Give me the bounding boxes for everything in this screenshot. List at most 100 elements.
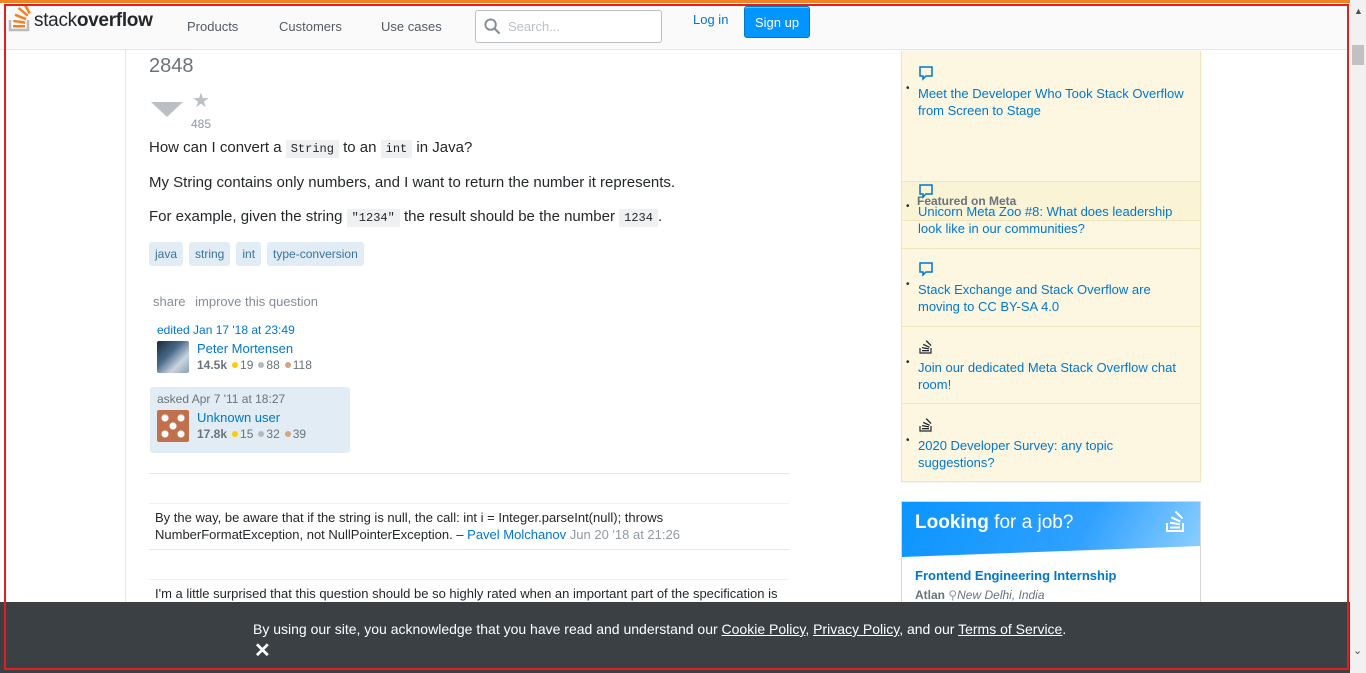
comment-date[interactable]: Jun 20 '18 at 21:26: [570, 527, 680, 542]
inline-code: "1234": [346, 209, 400, 227]
sidebar-link[interactable]: Join our dedicated Meta Stack Overflow c…: [918, 359, 1188, 393]
stackoverflow-logo[interactable]: stackoverflow: [8, 6, 153, 32]
nav-products[interactable]: Products: [187, 19, 238, 34]
cookie-policy-link[interactable]: Cookie Policy: [722, 621, 806, 637]
user-name[interactable]: Peter Mortensen: [197, 341, 312, 356]
jobs-title[interactable]: Looking for a job?: [915, 512, 1073, 534]
scroll-thumb[interactable]: [1352, 45, 1364, 65]
sidebar-link[interactable]: Stack Exchange and Stack Overflow are mo…: [918, 281, 1188, 315]
question-text: in Java?: [412, 139, 473, 156]
page: stackoverflow Products Customers Use cas…: [0, 0, 1366, 673]
scroll-up-icon[interactable]: ▲: [1354, 6, 1363, 16]
user-stats: 14.5k 19 88 118: [197, 358, 312, 372]
bullet: •: [906, 201, 910, 212]
stack-logo-icon: [919, 418, 932, 432]
comment-text: I'm a little surprised that this questio…: [155, 586, 778, 601]
bullet: •: [906, 435, 910, 446]
bronze-badge-count: 118: [292, 358, 312, 372]
left-gutter-border: [125, 50, 126, 610]
tag-type-conversion[interactable]: type-conversion: [267, 242, 364, 266]
silver-badge-icon: [258, 431, 265, 437]
sidebar-separator: [902, 326, 1200, 327]
silver-badge-count: 32: [266, 427, 280, 441]
sidebar-item-meta: • Unicorn Meta Zoo #8: What does leaders…: [902, 183, 1200, 253]
sidebar-link[interactable]: 2020 Developer Survey: any topic suggest…: [918, 437, 1188, 471]
nav-use-cases[interactable]: Use cases: [381, 19, 442, 34]
sidebar-item-blog: • Meet the Developer Who Took Stack Over…: [902, 65, 1200, 135]
question-text: the result should be the number: [399, 208, 620, 225]
question-text: .: [657, 208, 663, 225]
inline-code: int: [380, 140, 413, 158]
comment-user[interactable]: Pavel Molchanov: [467, 527, 566, 542]
editor-signature: edited Jan 17 '18 at 23:49 Peter Mortens…: [150, 320, 350, 378]
tag-string[interactable]: string: [189, 242, 231, 266]
top-bar: stackoverflow Products Customers Use cas…: [0, 0, 1350, 50]
search-box[interactable]: [475, 10, 662, 43]
avatar[interactable]: [157, 341, 189, 373]
bronze-badge-count: 39: [292, 427, 307, 441]
comment-separator: [149, 549, 789, 550]
editor-user-card: Peter Mortensen 14.5k 19 88 118: [157, 341, 343, 373]
company-name: Atlan: [915, 588, 945, 602]
downvote-button[interactable]: [151, 102, 183, 117]
jobs-header: Looking for a job?: [902, 502, 1200, 557]
owner-user-card: Unknown user 17.8k 15 32 39: [157, 410, 343, 442]
favorite-count: 485: [191, 117, 212, 131]
inline-code: String: [285, 140, 339, 158]
job-title-link[interactable]: Frontend Engineering Internship: [915, 568, 1117, 583]
sidebar-item-meta: • 2020 Developer Survey: any topic sugge…: [902, 417, 1200, 487]
speech-bubble-icon: [919, 66, 933, 81]
scrollbar[interactable]: ▲ ⌄: [1350, 0, 1366, 673]
improve-question-link[interactable]: improve this question: [195, 294, 318, 309]
owner-signature: asked Apr 7 '11 at 18:27 Unknown user 17…: [150, 387, 350, 453]
question-text: For example, given the string: [149, 208, 347, 225]
question-line-2: My String contains only numbers, and I w…: [149, 174, 676, 191]
user-stats: 17.8k 15 32 39: [197, 427, 306, 441]
jobs-widget: Looking for a job? Frontend Engineering …: [901, 501, 1201, 611]
avatar[interactable]: [157, 410, 189, 442]
tag-java[interactable]: java: [149, 242, 184, 266]
job-location: New Delhi, India: [957, 588, 1045, 602]
question-text: How can I convert a: [149, 139, 286, 156]
asked-timestamp: asked Apr 7 '11 at 18:27: [157, 392, 286, 406]
stack-logo-icon: [1166, 510, 1184, 532]
bullet: •: [906, 357, 910, 368]
gold-badge-count: 19: [240, 358, 254, 372]
stack-logo-icon: [8, 6, 31, 32]
login-link[interactable]: Log in: [693, 12, 728, 27]
user-name[interactable]: Unknown user: [197, 410, 306, 425]
sidebar-separator: [902, 248, 1200, 249]
nav-customers[interactable]: Customers: [279, 19, 342, 34]
terms-of-service-link[interactable]: Terms of Service: [958, 621, 1062, 637]
favorite-star-icon[interactable]: ★: [192, 88, 210, 113]
close-icon[interactable]: ✕: [254, 638, 271, 663]
sidebar-item-meta: • Stack Exchange and Stack Overflow are …: [902, 261, 1200, 331]
inline-code: 1234: [619, 209, 658, 227]
signup-button[interactable]: Sign up: [744, 6, 810, 38]
cookie-text: By using our site, you acknowledge that …: [253, 621, 1067, 637]
search-input[interactable]: [508, 19, 653, 34]
comment: By the way, be aware that if the string …: [149, 503, 789, 550]
gold-badge-icon: [232, 362, 239, 368]
cookie-banner: By using our site, you acknowledge that …: [0, 602, 1350, 673]
bullet: •: [906, 83, 910, 94]
sidebar-link[interactable]: Meet the Developer Who Took Stack Overfl…: [918, 85, 1188, 119]
comment-text: NumberFormatException, not NullPointerEx…: [155, 527, 468, 542]
scroll-down-icon[interactable]: ⌄: [1353, 644, 1362, 657]
privacy-policy-link[interactable]: Privacy Policy: [813, 621, 899, 637]
speech-bubble-icon: [919, 262, 933, 277]
question-line-3: For example, given the string "1234" the…: [149, 208, 663, 227]
bullet: •: [906, 279, 910, 290]
reputation: 14.5k: [197, 358, 228, 372]
logo-wordmark: stackoverflow: [34, 10, 153, 31]
edited-timestamp[interactable]: edited Jan 17 '18 at 23:49: [157, 323, 343, 337]
reputation: 17.8k: [197, 427, 228, 441]
silver-badge-icon: [258, 362, 265, 368]
gold-badge-count: 15: [240, 427, 254, 441]
share-link[interactable]: share: [153, 294, 186, 309]
sidebar-featured: • Meet the Developer Who Took Stack Over…: [901, 51, 1201, 482]
tag-int[interactable]: int: [236, 242, 262, 266]
comment-text-line: NumberFormatException, not NullPointerEx…: [155, 526, 783, 543]
sidebar-link[interactable]: Unicorn Meta Zoo #8: What does leadershi…: [918, 203, 1188, 237]
question-line-1: How can I convert a String to an int in …: [149, 139, 473, 158]
